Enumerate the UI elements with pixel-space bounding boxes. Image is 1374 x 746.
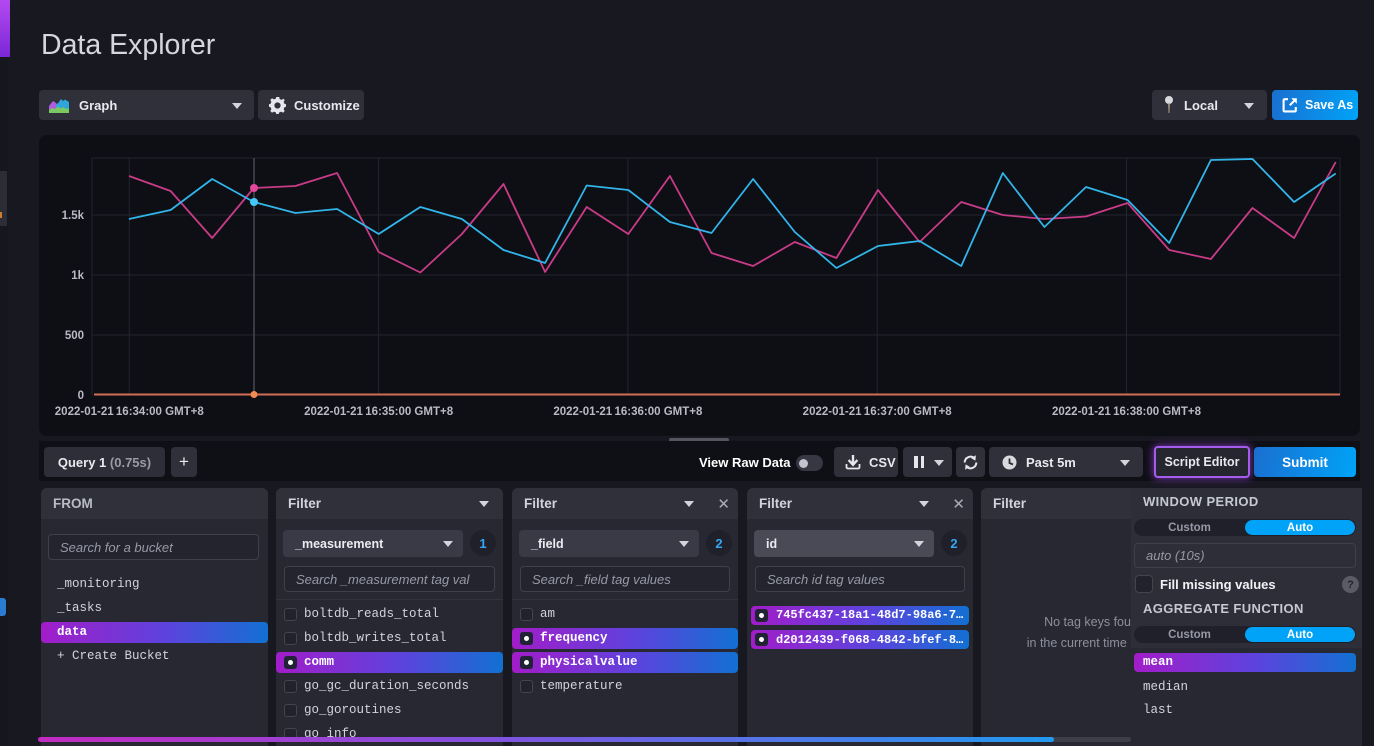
svg-text:2022-01-21 16:37:00 GMT+8: 2022-01-21 16:37:00 GMT+8 — [803, 406, 953, 418]
svg-text:1.5k: 1.5k — [62, 210, 85, 222]
svg-text:1k: 1k — [71, 270, 84, 282]
svg-text:2022-01-21 16:38:00 GMT+8: 2022-01-21 16:38:00 GMT+8 — [1052, 406, 1202, 418]
svg-text:0: 0 — [78, 390, 84, 402]
svg-text:2022-01-21 16:34:00 GMT+8: 2022-01-21 16:34:00 GMT+8 — [55, 406, 205, 418]
svg-text:2022-01-21 16:36:00 GMT+8: 2022-01-21 16:36:00 GMT+8 — [553, 406, 703, 418]
svg-text:500: 500 — [65, 330, 84, 342]
svg-text:2022-01-21 16:35:00 GMT+8: 2022-01-21 16:35:00 GMT+8 — [304, 406, 454, 418]
